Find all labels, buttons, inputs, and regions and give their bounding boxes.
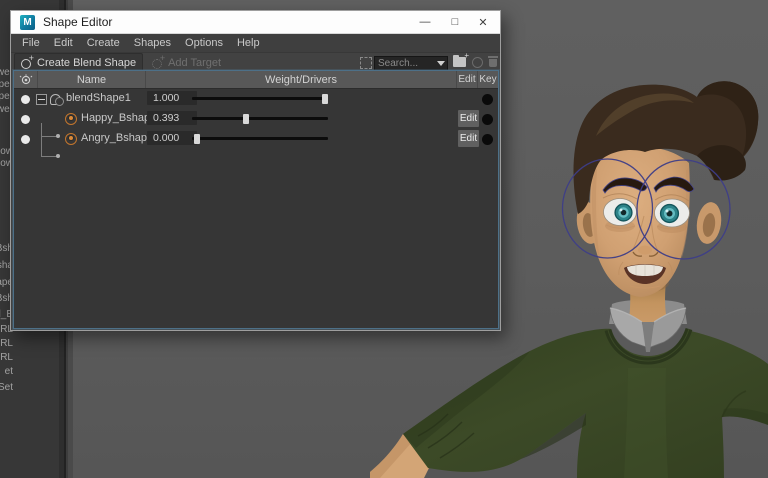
create-blend-shape-icon: + [21, 57, 33, 69]
visibility-toggle[interactable] [21, 115, 30, 124]
maximize-button[interactable]: □ [440, 11, 470, 33]
header-visibility[interactable] [14, 71, 38, 88]
sheet-rows: blendShape1 1.000 Happy_Bshape 0.393 [14, 89, 498, 149]
table-row-happy-bshape: Happy_Bshape 0.393 Edit [14, 109, 498, 129]
key-indicator[interactable] [482, 94, 493, 105]
header-weight[interactable]: Weight/Drivers [146, 71, 457, 88]
target-shape-icon [65, 133, 77, 145]
collapse-toggle[interactable] [36, 94, 47, 105]
sheet-header-row: Name Weight/Drivers Edit Key [14, 71, 498, 89]
weight-value-field[interactable]: 0.393 [147, 111, 197, 125]
menu-create[interactable]: Create [80, 37, 127, 49]
search-input[interactable] [375, 58, 437, 69]
edit-target-button[interactable]: Edit [458, 130, 479, 147]
key-indicator[interactable] [482, 134, 493, 145]
key-indicator[interactable] [482, 114, 493, 125]
row-label[interactable]: blendShape1 [66, 92, 131, 104]
table-row-angry-bshape: Angry_Bshape 0.000 Edit [14, 129, 498, 149]
add-target-label: Add Target [168, 57, 221, 69]
maya-screen: werperaperwerowowBshshaapeBshd_ETRLTRLCT… [0, 0, 768, 478]
menu-bar: File Edit Create Shapes Options Help [11, 34, 500, 53]
search-box[interactable] [374, 56, 448, 71]
delete-trash-icon[interactable] [488, 56, 498, 67]
menu-help[interactable]: Help [230, 37, 267, 49]
create-blend-shape-label: Create Blend Shape [37, 57, 136, 69]
window-titlebar[interactable]: M Shape Editor — □ ✕ [11, 11, 500, 34]
slider-handle[interactable] [194, 134, 200, 144]
weight-value-field[interactable]: 1.000 [147, 91, 197, 105]
blendshape-node-icon [50, 92, 63, 105]
header-key[interactable]: Key [478, 71, 498, 88]
add-target-button[interactable]: + Add Target [146, 54, 227, 71]
maya-app-icon: M [20, 15, 35, 30]
visibility-toggle[interactable] [21, 95, 30, 104]
header-edit[interactable]: Edit [457, 71, 478, 88]
search-dropdown-icon[interactable] [437, 61, 445, 66]
weight-slider[interactable] [192, 137, 328, 140]
menu-edit[interactable]: Edit [47, 37, 80, 49]
outliner-item-fragment[interactable]: TRL [0, 338, 13, 350]
outliner-item-fragment[interactable]: et [5, 366, 13, 378]
table-row-blendshape1: blendShape1 1.000 [14, 89, 498, 109]
blend-shape-sheet: Name Weight/Drivers Edit Key blendShape1 [13, 70, 499, 329]
menu-options[interactable]: Options [178, 37, 230, 49]
edit-target-button[interactable]: Edit [458, 110, 479, 127]
outliner-item-fragment[interactable]: CTRL [0, 352, 13, 364]
weight-slider[interactable] [192, 117, 328, 120]
new-group-folder-icon[interactable] [453, 57, 466, 67]
visibility-toggle[interactable] [21, 135, 30, 144]
outliner-item-fragment[interactable]: Set [0, 382, 13, 394]
shape-editor-window: M Shape Editor — □ ✕ File Edit Create Sh… [10, 10, 501, 331]
slider-handle[interactable] [322, 94, 328, 104]
weight-slider[interactable] [192, 97, 328, 100]
close-button[interactable]: ✕ [468, 11, 498, 33]
window-title: Shape Editor [43, 15, 112, 29]
eye-icon [19, 74, 33, 85]
weight-value-field[interactable]: 0.000 [147, 131, 197, 145]
row-label[interactable]: Happy_Bshape [81, 112, 156, 124]
menu-file[interactable]: File [11, 37, 47, 49]
target-shape-icon [65, 113, 77, 125]
slider-handle[interactable] [243, 114, 249, 124]
header-name[interactable]: Name [38, 71, 146, 88]
minimize-button[interactable]: — [410, 11, 440, 33]
tree-stub-dot [56, 154, 60, 158]
menu-shapes[interactable]: Shapes [127, 37, 178, 49]
row-label[interactable]: Angry_Bshape [81, 132, 153, 144]
add-target-icon: + [152, 57, 164, 69]
filter-frame-icon[interactable] [360, 57, 372, 69]
ghost-icon[interactable] [472, 57, 483, 68]
